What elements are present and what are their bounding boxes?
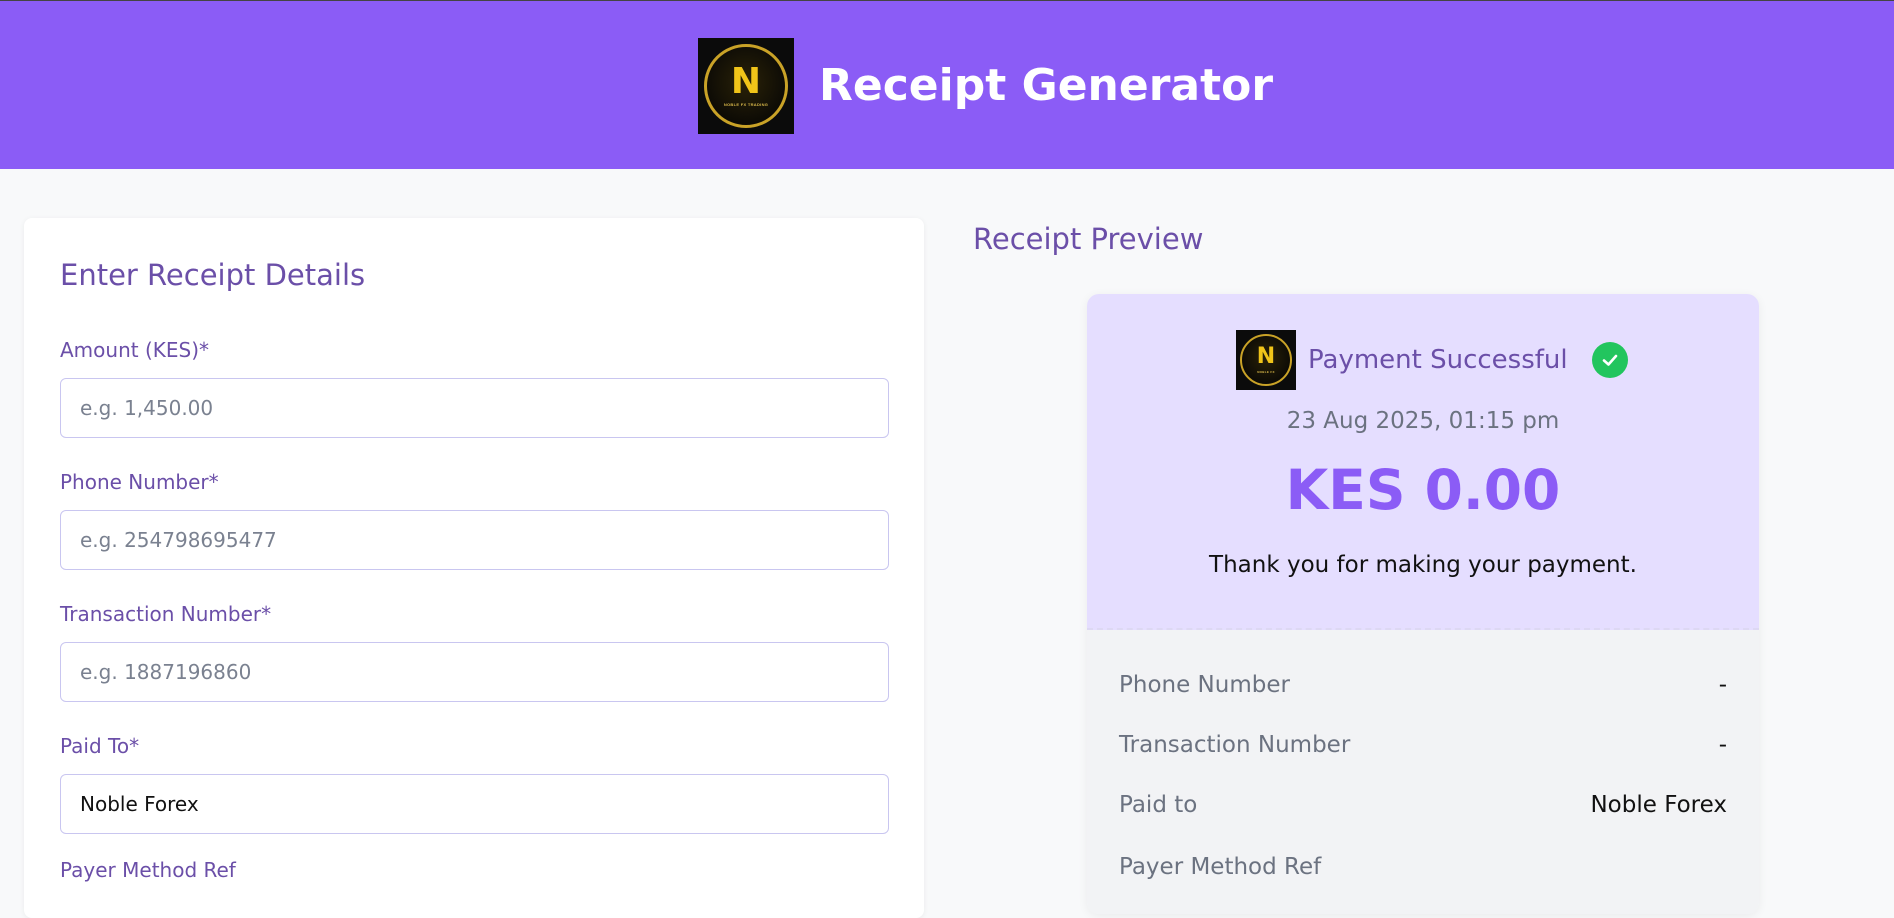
detail-value: - [1718,672,1727,698]
amount-input[interactable] [60,378,889,438]
receipt-details: Phone Number - Transaction Number - Paid… [1087,630,1759,914]
phone-label: Phone Number* [60,470,219,494]
status-row: N NOBLE FX Payment Successful [1236,330,1628,390]
detail-row: Paid to Noble Forex [1119,790,1727,820]
receipt-date: 23 Aug 2025, 01:15 pm [1286,408,1560,434]
payer-method-label: Payer Method Ref [60,858,236,882]
header-brand: N NOBLE FX TRADING Receipt Generator [698,37,1273,134]
detail-key: Phone Number [1119,672,1290,698]
detail-key: Payer Method Ref [1119,854,1322,880]
detail-key: Transaction Number [1119,732,1351,758]
logo-icon: N NOBLE FX TRADING [698,37,794,134]
receipt-preview: N NOBLE FX Payment Successful 23 Aug 202… [1087,294,1759,914]
receipt-summary: N NOBLE FX Payment Successful 23 Aug 202… [1087,294,1759,630]
receipt-form-card: Enter Receipt Details Amount (KES)* Phon… [24,218,924,918]
detail-row: Phone Number - [1119,670,1727,700]
app-header: N NOBLE FX TRADING Receipt Generator [0,0,1894,169]
transaction-input[interactable] [60,642,889,702]
receipt-logo-icon: N NOBLE FX [1236,330,1296,390]
detail-value: - [1718,732,1727,758]
receipt-thanks: Thank you for making your payment. [1209,552,1637,578]
form-title: Enter Receipt Details [60,258,366,292]
payment-status: Payment Successful [1308,345,1568,375]
paid-to-label: Paid To* [60,734,140,758]
app-title: Receipt Generator [819,60,1274,111]
check-circle-icon [1591,342,1628,378]
detail-key: Paid to [1119,792,1198,818]
preview-title: Receipt Preview [973,222,1204,256]
detail-row: Payer Method Ref [1119,852,1727,882]
detail-row: Transaction Number - [1119,730,1727,760]
transaction-label: Transaction Number* [60,602,272,626]
detail-value: Noble Forex [1590,792,1727,818]
receipt-amount: KES 0.00 [1285,458,1561,522]
amount-label: Amount (KES)* [60,338,210,362]
paid-to-input[interactable] [60,774,889,834]
phone-input[interactable] [60,510,889,570]
